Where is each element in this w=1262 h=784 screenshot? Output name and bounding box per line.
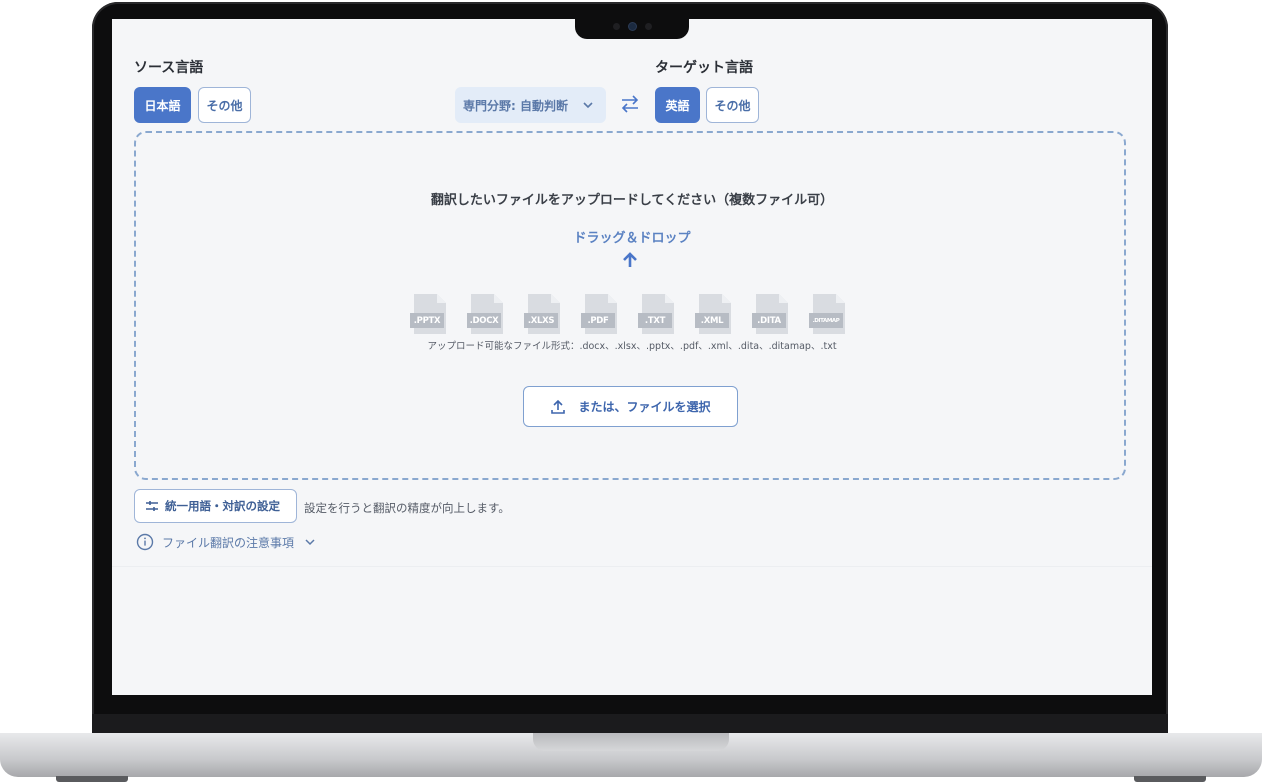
sensor-dot xyxy=(645,23,652,30)
laptop-foot-left xyxy=(56,776,128,782)
laptop-frame: ソース言語 日本語 その他 専門分野: 自動判断 ターゲット言語 英語 その他 … xyxy=(0,0,1262,784)
source-lang-japanese-button[interactable]: 日本語 xyxy=(134,87,191,123)
glossary-settings-button[interactable]: 統一用語・対訳の設定 xyxy=(134,489,297,523)
file-type-tag: .XML xyxy=(695,313,729,328)
swap-languages-icon[interactable] xyxy=(619,93,641,115)
file-type-tag: .TXT xyxy=(638,313,672,328)
translation-notes-label: ファイル翻訳の注意事項 xyxy=(162,535,295,550)
target-lang-english-button[interactable]: 英語 xyxy=(655,87,700,123)
laptop-foot-right xyxy=(1134,776,1206,782)
xlsx-file-icon: .XLXS xyxy=(524,293,562,335)
target-language-label: ターゲット言語 xyxy=(655,60,753,76)
drag-drop-label: ドラッグ＆ドロップ xyxy=(573,231,691,246)
domain-select-value: 専門分野: 自動判断 xyxy=(463,98,568,113)
info-icon xyxy=(136,533,154,551)
docx-file-icon: .DOCX xyxy=(467,293,505,335)
file-type-tag: .DOCX xyxy=(467,313,501,328)
file-type-tag: .DITA xyxy=(752,313,786,328)
app-screen: ソース言語 日本語 その他 専門分野: 自動判断 ターゲット言語 英語 その他 … xyxy=(112,19,1152,695)
chevron-down-icon xyxy=(305,539,315,546)
file-type-tag: .XLXS xyxy=(524,313,558,328)
source-lang-other-button[interactable]: その他 xyxy=(198,87,251,123)
domain-select[interactable]: 専門分野: 自動判断 xyxy=(455,87,606,123)
camera-lens xyxy=(629,23,636,30)
sliders-icon xyxy=(146,501,158,511)
translation-notes-toggle[interactable]: ファイル翻訳の注意事項 xyxy=(136,533,316,551)
pdf-file-icon: .PDF xyxy=(581,293,619,335)
upload-icon xyxy=(551,399,566,414)
dita-file-icon: .DITA xyxy=(752,293,790,335)
glossary-note: 設定を行うと翻訳の精度が向上します。 xyxy=(304,501,510,515)
target-lang-other-button[interactable]: その他 xyxy=(706,87,759,123)
sensor-dot xyxy=(613,23,620,30)
laptop-base-notch xyxy=(533,733,729,751)
ditamap-file-icon: .DITAMAP xyxy=(809,293,847,335)
file-type-icons: .PPTX .DOCX .XLXS .PDF .TXT .XML .DITA .… xyxy=(410,293,850,335)
supported-formats-text: アップロード可能なファイル形式：.docx、.xlsx、.pptx、.pdf、.… xyxy=(427,341,837,352)
laptop-hinge xyxy=(92,714,1168,734)
upload-heading: 翻訳したいファイルをアップロードしてください（複数ファイル可） xyxy=(430,193,834,208)
xml-file-icon: .XML xyxy=(695,293,733,335)
source-language-label: ソース言語 xyxy=(134,60,204,76)
choose-file-button[interactable]: または、ファイルを選択 xyxy=(523,386,738,427)
glossary-settings-label: 統一用語・対訳の設定 xyxy=(165,499,280,513)
file-type-tag: .DITAMAP xyxy=(809,313,843,328)
file-type-tag: .PPTX xyxy=(410,313,444,328)
txt-file-icon: .TXT xyxy=(638,293,676,335)
arrow-up-icon xyxy=(623,252,637,267)
empty-panel xyxy=(112,567,1152,695)
choose-file-label: または、ファイルを選択 xyxy=(578,400,711,414)
file-type-tag: .PDF xyxy=(581,313,615,328)
chevron-down-icon xyxy=(583,102,593,109)
camera-notch xyxy=(575,17,689,39)
pptx-file-icon: .PPTX xyxy=(410,293,448,335)
